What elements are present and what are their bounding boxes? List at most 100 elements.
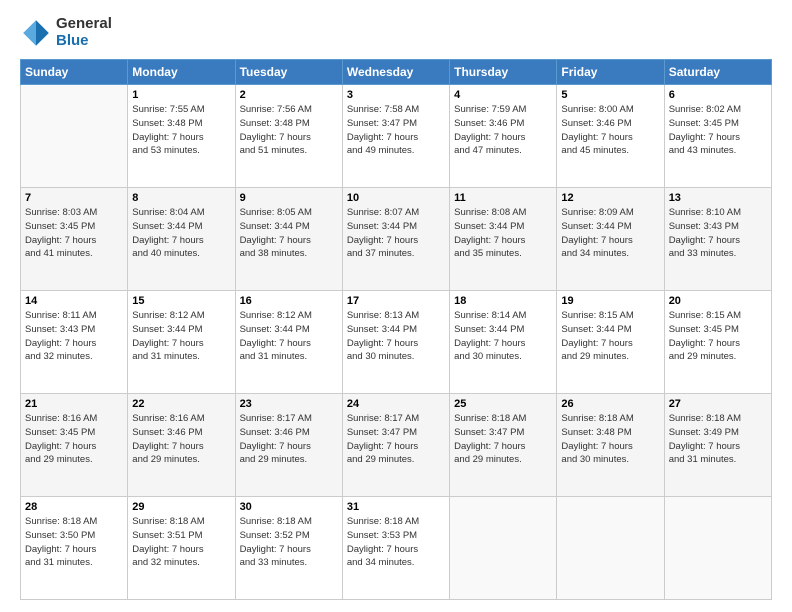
calendar-cell: 22 Sunrise: 8:16 AM Sunset: 3:46 PM Dayli… bbox=[128, 394, 235, 497]
cell-content: Sunrise: 8:18 AM Sunset: 3:50 PM Dayligh… bbox=[25, 515, 123, 570]
calendar-cell bbox=[21, 85, 128, 188]
day-number: 17 bbox=[347, 295, 445, 307]
cell-content: Sunrise: 8:18 AM Sunset: 3:52 PM Dayligh… bbox=[240, 515, 338, 570]
day-number: 12 bbox=[561, 192, 659, 204]
calendar-cell: 24Sunrise: 8:17 AM Sunset: 3:47 PM Dayli… bbox=[342, 394, 449, 497]
day-number: 24 bbox=[347, 398, 445, 410]
calendar-week-4: 21 Sunrise: 8:16 AM Sunset: 3:45 PM Dayli… bbox=[21, 394, 772, 497]
header: General Blue bbox=[20, 16, 772, 49]
col-header-thursday: Thursday bbox=[450, 60, 557, 85]
day-number: 10 bbox=[347, 192, 445, 204]
calendar-cell: 14Sunrise: 8:11 AM Sunset: 3:43 PM Dayli… bbox=[21, 291, 128, 394]
logo-icon bbox=[20, 17, 52, 49]
calendar-cell: 8Sunrise: 8:04 AM Sunset: 3:44 PM Daylig… bbox=[128, 188, 235, 291]
day-number: 23 bbox=[240, 398, 338, 410]
calendar-cell: 7 Sunrise: 8:03 AM Sunset: 3:45 PM Daylig… bbox=[21, 188, 128, 291]
calendar-cell: 21 Sunrise: 8:16 AM Sunset: 3:45 PM Dayli… bbox=[21, 394, 128, 497]
calendar-cell: 1 Sunrise: 7:55 AM Sunset: 3:48 PM Daylig… bbox=[128, 85, 235, 188]
calendar-cell bbox=[664, 497, 771, 600]
calendar-cell: 12 Sunrise: 8:09 AM Sunset: 3:44 PM Dayli… bbox=[557, 188, 664, 291]
day-number: 1 bbox=[132, 89, 230, 101]
cell-content: Sunrise: 8:17 AM Sunset: 3:46 PM Dayligh… bbox=[240, 412, 338, 467]
cell-content: Sunrise: 8:14 AM Sunset: 3:44 PM Dayligh… bbox=[454, 309, 552, 364]
cell-content: Sunrise: 8:16 AM Sunset: 3:45 PM Dayligh… bbox=[25, 412, 123, 467]
cell-content: Sunrise: 8:12 AM Sunset: 3:44 PM Dayligh… bbox=[132, 309, 230, 364]
col-header-sunday: Sunday bbox=[21, 60, 128, 85]
cell-content: Sunrise: 8:15 AM Sunset: 3:45 PM Dayligh… bbox=[669, 309, 767, 364]
day-number: 29 bbox=[132, 501, 230, 513]
calendar-cell: 9 Sunrise: 8:05 AM Sunset: 3:44 PM Daylig… bbox=[235, 188, 342, 291]
calendar-week-5: 28 Sunrise: 8:18 AM Sunset: 3:50 PM Dayli… bbox=[21, 497, 772, 600]
calendar-cell: 4 Sunrise: 7:59 AM Sunset: 3:46 PM Daylig… bbox=[450, 85, 557, 188]
calendar-cell: 31 Sunrise: 8:18 AM Sunset: 3:53 PM Dayli… bbox=[342, 497, 449, 600]
calendar-cell: 18 Sunrise: 8:14 AM Sunset: 3:44 PM Dayli… bbox=[450, 291, 557, 394]
cell-content: Sunrise: 7:55 AM Sunset: 3:48 PM Dayligh… bbox=[132, 103, 230, 158]
day-number: 4 bbox=[454, 89, 552, 101]
day-number: 5 bbox=[561, 89, 659, 101]
day-number: 13 bbox=[669, 192, 767, 204]
cell-content: Sunrise: 8:07 AM Sunset: 3:44 PM Dayligh… bbox=[347, 206, 445, 261]
calendar-cell bbox=[450, 497, 557, 600]
day-number: 7 bbox=[25, 192, 123, 204]
calendar-cell: 26 Sunrise: 8:18 AM Sunset: 3:48 PM Dayli… bbox=[557, 394, 664, 497]
cell-content: Sunrise: 8:13 AM Sunset: 3:44 PM Dayligh… bbox=[347, 309, 445, 364]
cell-content: Sunrise: 8:18 AM Sunset: 3:49 PM Dayligh… bbox=[669, 412, 767, 467]
calendar-cell bbox=[557, 497, 664, 600]
cell-content: Sunrise: 8:00 AM Sunset: 3:46 PM Dayligh… bbox=[561, 103, 659, 158]
cell-content: Sunrise: 8:04 AM Sunset: 3:44 PM Dayligh… bbox=[132, 206, 230, 261]
day-number: 9 bbox=[240, 192, 338, 204]
day-number: 15 bbox=[132, 295, 230, 307]
calendar-cell: 19 Sunrise: 8:15 AM Sunset: 3:44 PM Dayli… bbox=[557, 291, 664, 394]
calendar-cell: 29 Sunrise: 8:18 AM Sunset: 3:51 PM Dayli… bbox=[128, 497, 235, 600]
calendar-cell: 13 Sunrise: 8:10 AM Sunset: 3:43 PM Dayli… bbox=[664, 188, 771, 291]
day-number: 19 bbox=[561, 295, 659, 307]
day-number: 16 bbox=[240, 295, 338, 307]
calendar-table: SundayMondayTuesdayWednesdayThursdayFrid… bbox=[20, 59, 772, 600]
cell-content: Sunrise: 8:05 AM Sunset: 3:44 PM Dayligh… bbox=[240, 206, 338, 261]
calendar-cell: 27 Sunrise: 8:18 AM Sunset: 3:49 PM Dayli… bbox=[664, 394, 771, 497]
cell-content: Sunrise: 7:59 AM Sunset: 3:46 PM Dayligh… bbox=[454, 103, 552, 158]
day-number: 20 bbox=[669, 295, 767, 307]
col-header-friday: Friday bbox=[557, 60, 664, 85]
cell-content: Sunrise: 8:18 AM Sunset: 3:51 PM Dayligh… bbox=[132, 515, 230, 570]
calendar-cell: 6 Sunrise: 8:02 AM Sunset: 3:45 PM Daylig… bbox=[664, 85, 771, 188]
cell-content: Sunrise: 8:18 AM Sunset: 3:53 PM Dayligh… bbox=[347, 515, 445, 570]
day-number: 22 bbox=[132, 398, 230, 410]
day-number: 6 bbox=[669, 89, 767, 101]
col-header-saturday: Saturday bbox=[664, 60, 771, 85]
calendar-cell: 2Sunrise: 7:56 AM Sunset: 3:48 PM Daylig… bbox=[235, 85, 342, 188]
calendar-cell: 20 Sunrise: 8:15 AM Sunset: 3:45 PM Dayli… bbox=[664, 291, 771, 394]
cell-content: Sunrise: 8:15 AM Sunset: 3:44 PM Dayligh… bbox=[561, 309, 659, 364]
cell-content: Sunrise: 8:11 AM Sunset: 3:43 PM Dayligh… bbox=[25, 309, 123, 364]
calendar-cell: 15 Sunrise: 8:12 AM Sunset: 3:44 PM Dayli… bbox=[128, 291, 235, 394]
day-number: 21 bbox=[25, 398, 123, 410]
calendar-cell: 28 Sunrise: 8:18 AM Sunset: 3:50 PM Dayli… bbox=[21, 497, 128, 600]
day-number: 31 bbox=[347, 501, 445, 513]
day-number: 27 bbox=[669, 398, 767, 410]
calendar-week-2: 7 Sunrise: 8:03 AM Sunset: 3:45 PM Daylig… bbox=[21, 188, 772, 291]
day-number: 28 bbox=[25, 501, 123, 513]
logo-general: General bbox=[56, 16, 112, 33]
calendar-cell: 10 Sunrise: 8:07 AM Sunset: 3:44 PM Dayli… bbox=[342, 188, 449, 291]
cell-content: Sunrise: 8:09 AM Sunset: 3:44 PM Dayligh… bbox=[561, 206, 659, 261]
day-number: 3 bbox=[347, 89, 445, 101]
page: General Blue SundayMondayTuesdayWednesda… bbox=[0, 0, 792, 612]
calendar-cell: 17 Sunrise: 8:13 AM Sunset: 3:44 PM Dayli… bbox=[342, 291, 449, 394]
cell-content: Sunrise: 8:02 AM Sunset: 3:45 PM Dayligh… bbox=[669, 103, 767, 158]
cell-content: Sunrise: 8:10 AM Sunset: 3:43 PM Dayligh… bbox=[669, 206, 767, 261]
col-header-wednesday: Wednesday bbox=[342, 60, 449, 85]
col-header-monday: Monday bbox=[128, 60, 235, 85]
cell-content: Sunrise: 8:18 AM Sunset: 3:48 PM Dayligh… bbox=[561, 412, 659, 467]
cell-content: Sunrise: 7:56 AM Sunset: 3:48 PM Dayligh… bbox=[240, 103, 338, 158]
cell-content: Sunrise: 8:16 AM Sunset: 3:46 PM Dayligh… bbox=[132, 412, 230, 467]
day-number: 11 bbox=[454, 192, 552, 204]
logo-blue: Blue bbox=[56, 33, 112, 50]
calendar-cell: 5 Sunrise: 8:00 AM Sunset: 3:46 PM Daylig… bbox=[557, 85, 664, 188]
calendar-cell: 23 Sunrise: 8:17 AM Sunset: 3:46 PM Dayli… bbox=[235, 394, 342, 497]
calendar-cell: 16Sunrise: 8:12 AM Sunset: 3:44 PM Dayli… bbox=[235, 291, 342, 394]
day-number: 18 bbox=[454, 295, 552, 307]
calendar-cell: 30Sunrise: 8:18 AM Sunset: 3:52 PM Dayli… bbox=[235, 497, 342, 600]
day-number: 26 bbox=[561, 398, 659, 410]
cell-content: Sunrise: 8:03 AM Sunset: 3:45 PM Dayligh… bbox=[25, 206, 123, 261]
calendar-cell: 25Sunrise: 8:18 AM Sunset: 3:47 PM Dayli… bbox=[450, 394, 557, 497]
